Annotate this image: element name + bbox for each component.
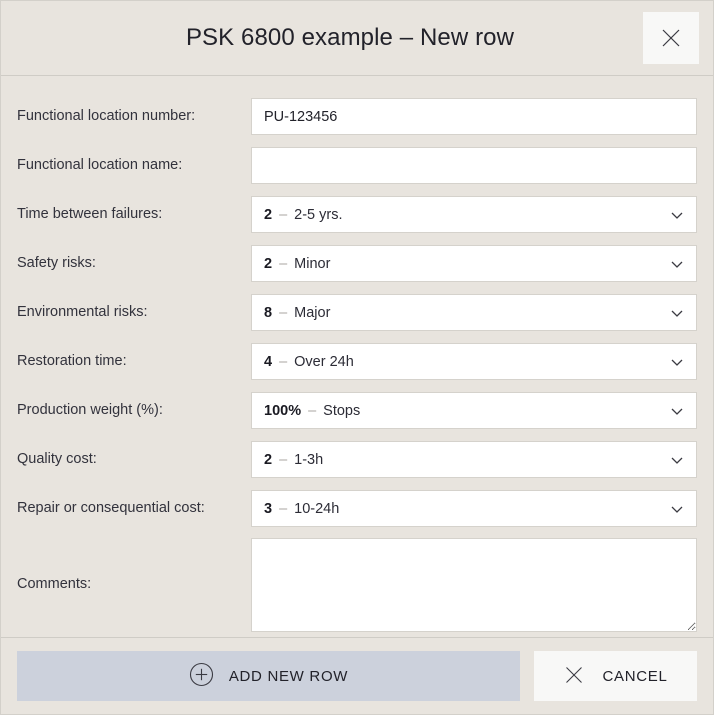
form-row-comments: Comments: bbox=[17, 533, 697, 637]
select-dash-safety-risks: – bbox=[279, 255, 288, 272]
form-row-restoration-time: Restoration time: 4– Over 24h bbox=[17, 337, 697, 386]
label-time-between-failures: Time between failures: bbox=[17, 205, 163, 222]
label-comments: Comments: bbox=[17, 576, 92, 593]
select-text-time-between-failures: 2-5 yrs. bbox=[294, 206, 343, 223]
select-dash-environmental-risks: – bbox=[279, 304, 288, 321]
form-row-environmental-risks: Environmental risks: 8– Major bbox=[17, 288, 697, 337]
select-code-safety-risks: 2 bbox=[264, 255, 273, 272]
form-row-quality-cost: Quality cost: 2–1-3h bbox=[17, 435, 697, 484]
label-quality-cost: Quality cost: bbox=[17, 450, 97, 467]
form-row-repair-or-consequential-cost: Repair or consequential cost: 3–10-24h bbox=[17, 484, 697, 533]
select-code-environmental-risks: 8 bbox=[264, 304, 273, 321]
select-restoration-time[interactable]: 4– Over 24h bbox=[251, 343, 697, 380]
label-functional-location-name: Functional location name: bbox=[17, 156, 183, 173]
input-functional-location-name[interactable] bbox=[251, 147, 697, 184]
label-functional-location-number: Functional location number: bbox=[17, 107, 196, 124]
close-icon bbox=[563, 664, 585, 689]
select-dash-quality-cost: – bbox=[279, 451, 288, 468]
add-new-row-label: ADD NEW ROW bbox=[228, 667, 349, 685]
select-dash-restoration-time: – bbox=[279, 353, 288, 370]
dialog-body: Functional location number: Functional lo… bbox=[1, 76, 713, 637]
select-code-repair-or-consequential-cost: 3 bbox=[264, 500, 273, 517]
label-environmental-risks: Environmental risks: bbox=[17, 303, 148, 320]
new-row-dialog: PSK 6800 example – New row Functional lo… bbox=[0, 0, 714, 715]
add-new-row-button[interactable]: ADD NEW ROW bbox=[17, 651, 520, 701]
label-repair-or-consequential-cost: Repair or consequential cost: bbox=[17, 499, 205, 516]
select-dash-time-between-failures: – bbox=[279, 206, 288, 223]
field-wrap-functional-location-name bbox=[251, 147, 697, 184]
form-row-production-weight: Production weight (%): 100% – Stops bbox=[17, 386, 697, 435]
label-restoration-time: Restoration time: bbox=[17, 352, 127, 369]
field-wrap-functional-location-number bbox=[251, 98, 697, 135]
dialog-title: PSK 6800 example – New row bbox=[185, 24, 515, 51]
select-text-restoration-time: Over 24h bbox=[294, 353, 354, 370]
cancel-label: CANCEL bbox=[602, 667, 668, 685]
textarea-comments[interactable] bbox=[251, 538, 697, 632]
label-safety-risks: Safety risks: bbox=[17, 254, 96, 271]
select-text-environmental-risks: Major bbox=[294, 304, 331, 321]
select-text-quality-cost: 1-3h bbox=[294, 451, 324, 468]
select-code-production-weight: 100% bbox=[264, 402, 302, 419]
close-button[interactable] bbox=[643, 12, 699, 64]
form-row-safety-risks: Safety risks: 2– Minor bbox=[17, 239, 697, 288]
select-repair-or-consequential-cost[interactable]: 3–10-24h bbox=[251, 490, 697, 527]
select-quality-cost[interactable]: 2–1-3h bbox=[251, 441, 697, 478]
dialog-header: PSK 6800 example – New row bbox=[1, 1, 713, 76]
select-dash-production-weight: – bbox=[308, 402, 317, 419]
select-dash-repair-or-consequential-cost: – bbox=[279, 500, 288, 517]
plus-circle-icon bbox=[189, 662, 214, 690]
select-code-quality-cost: 2 bbox=[264, 451, 273, 468]
form-row-functional-location-name: Functional location name: bbox=[17, 141, 697, 190]
dialog-footer: ADD NEW ROW CANCEL bbox=[1, 637, 713, 714]
select-code-restoration-time: 4 bbox=[264, 353, 273, 370]
select-production-weight[interactable]: 100% – Stops bbox=[251, 392, 697, 429]
select-text-repair-or-consequential-cost: 10-24h bbox=[294, 500, 340, 517]
select-text-safety-risks: Minor bbox=[294, 255, 331, 272]
select-safety-risks[interactable]: 2– Minor bbox=[251, 245, 697, 282]
form-row-functional-location-number: Functional location number: bbox=[17, 92, 697, 141]
form-row-time-between-failures: Time between failures: 2–2-5 yrs. bbox=[17, 190, 697, 239]
field-wrap-comments bbox=[251, 538, 697, 632]
close-icon bbox=[659, 26, 683, 50]
input-functional-location-number[interactable] bbox=[251, 98, 697, 135]
label-production-weight: Production weight (%): bbox=[17, 401, 163, 418]
cancel-button[interactable]: CANCEL bbox=[534, 651, 697, 701]
select-text-production-weight: Stops bbox=[323, 402, 361, 419]
select-code-time-between-failures: 2 bbox=[264, 206, 273, 223]
select-environmental-risks[interactable]: 8– Major bbox=[251, 294, 697, 331]
select-time-between-failures[interactable]: 2–2-5 yrs. bbox=[251, 196, 697, 233]
